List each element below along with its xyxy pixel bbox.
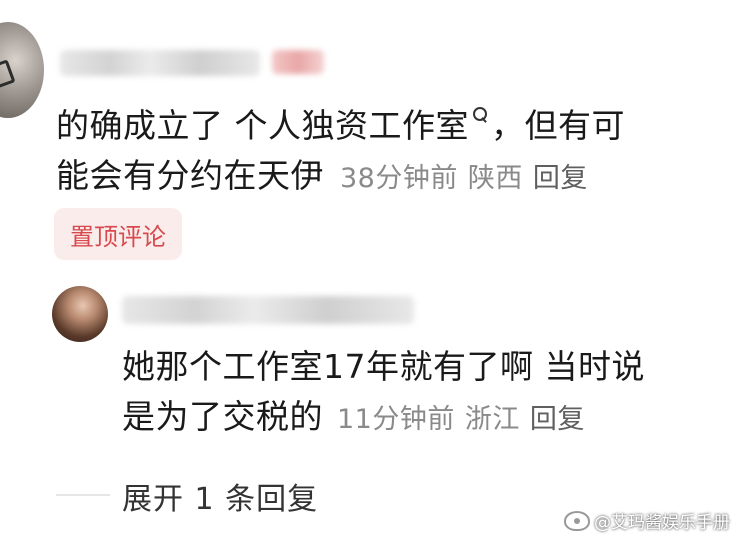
comment-text: 的确成立了 个人独资工作室 ，但有可 [56, 102, 625, 150]
watermark: @艾玛酱娱乐手册 [564, 508, 730, 533]
reply-button[interactable]: 回复 [530, 404, 585, 435]
pinned-badge: 置顶评论 [54, 208, 182, 260]
reply-button[interactable]: 回复 [533, 163, 588, 194]
reply-text: 她那个工作室17年就有了啊 当时说 [122, 347, 645, 386]
reply-meta: 11分钟前 浙江 回复 [337, 397, 595, 436]
comment-meta: 38分钟前 陕西 回复 [340, 156, 598, 195]
comment-time: 38分钟前 [340, 163, 458, 194]
reply-time: 11分钟前 [337, 404, 455, 435]
comment-text-part: 的确成立了 [56, 106, 235, 145]
hashtag-link[interactable]: 个人独资工作室 [235, 106, 470, 145]
search-icon [473, 107, 487, 121]
username-blurred[interactable] [122, 296, 414, 324]
username-blurred[interactable] [60, 50, 260, 76]
comment-text-part: ，但有可 [491, 106, 625, 145]
comment-line-2: 能会有分约在天伊 38分钟前 陕西 回复 [56, 152, 598, 200]
divider [56, 494, 110, 496]
weibo-logo-icon [564, 510, 590, 531]
comment-location: 陕西 [467, 163, 523, 194]
comment-text-part: 能会有分约在天伊 [56, 156, 324, 195]
avatar[interactable] [52, 286, 108, 342]
reply-line-2: 是为了交税的 11分钟前 浙江 回复 [122, 392, 595, 442]
watermark-text: @艾玛酱娱乐手册 [594, 513, 730, 533]
expand-replies-link[interactable]: 展开 1 条回复 [122, 474, 318, 518]
reply-text-part: 是为了交税的 [122, 397, 323, 436]
avatar[interactable] [0, 22, 44, 118]
user-badge-blurred [272, 50, 324, 74]
reply-location: 浙江 [464, 404, 520, 435]
